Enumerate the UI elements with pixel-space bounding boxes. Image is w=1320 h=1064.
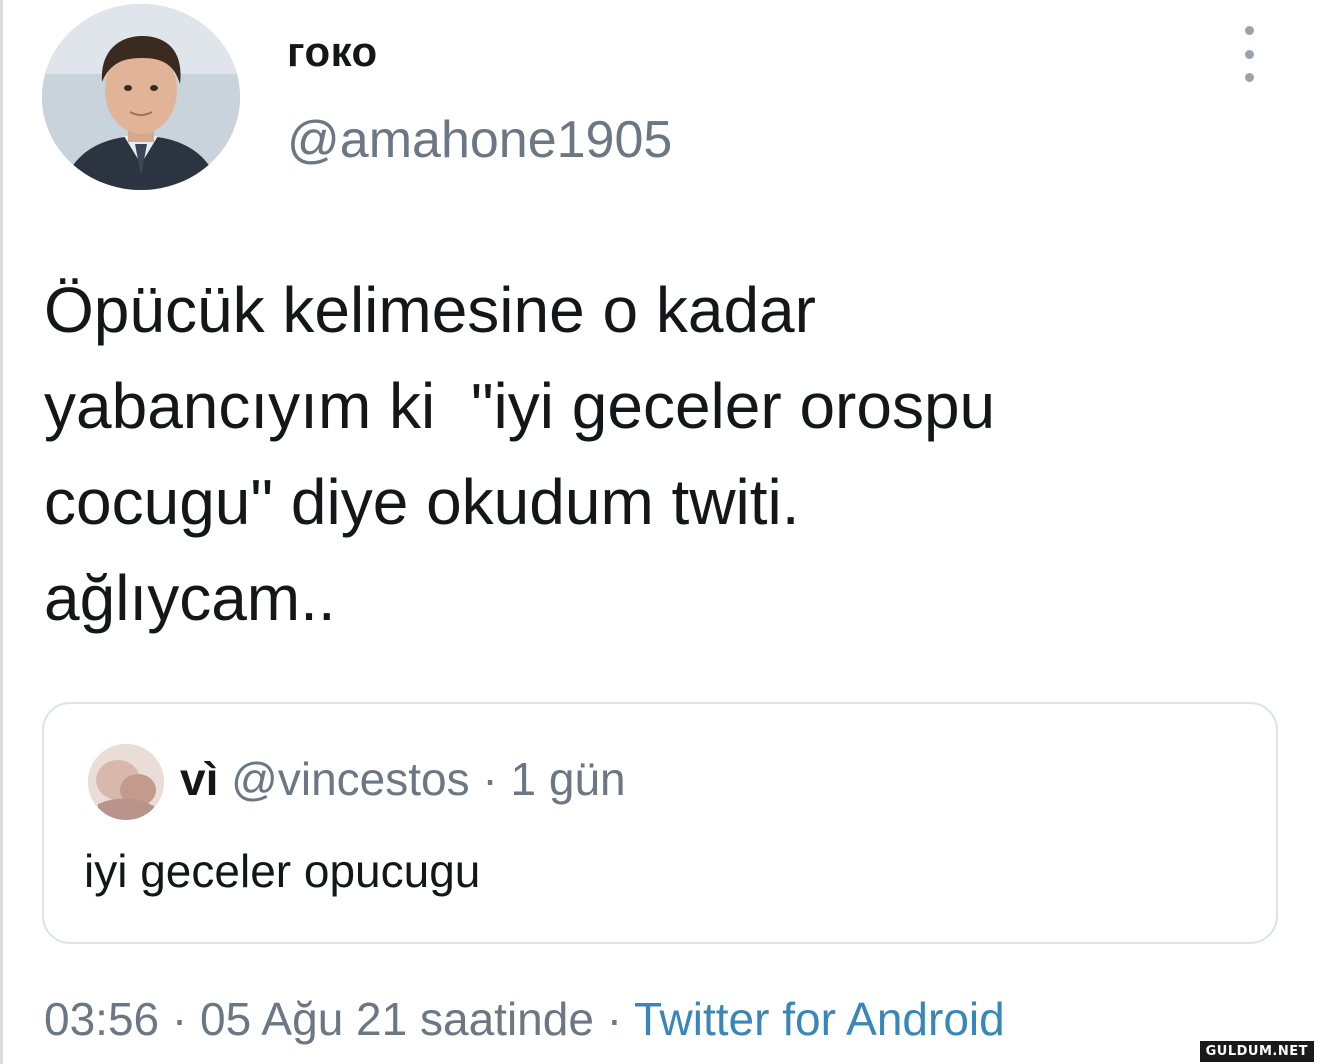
dot <box>1244 73 1254 82</box>
author-name[interactable]: гоко <box>287 28 378 76</box>
author-handle[interactable]: @amahone1905 <box>287 110 672 170</box>
separator: · <box>606 993 623 1045</box>
watermark-logo: GULDUM.NET <box>1199 1041 1314 1062</box>
dot <box>1244 49 1254 59</box>
tweet-text: Öpücük kelimesine o kadar yabancıyım ki … <box>44 274 996 634</box>
quoted-author-name[interactable]: vì <box>180 753 218 805</box>
tweet-source-link[interactable]: Twitter for Android <box>634 993 1005 1045</box>
quoted-tweet-text: iyi geceler opucugu <box>84 845 481 897</box>
author-avatar[interactable] <box>42 4 240 190</box>
more-vertical-icon[interactable] <box>1232 26 1266 82</box>
quoted-author-avatar[interactable] <box>88 744 164 820</box>
separator: · <box>482 753 498 805</box>
separator: · <box>171 993 188 1045</box>
tweet-date[interactable]: 05 Ağu 21 saatinde <box>200 993 594 1045</box>
quoted-tweet-time[interactable]: 1 gün <box>511 753 626 805</box>
quoted-author-handle[interactable]: @vincestos <box>231 753 469 805</box>
screen-edge <box>0 0 3 1064</box>
quoted-tweet-card[interactable]: vì @vincestos · 1 gün iyi geceler opucug… <box>42 702 1278 944</box>
tweet-meta: 03:56 · 05 Ağu 21 saatinde · Twitter for… <box>44 992 1005 1046</box>
quoted-tweet-header: vì @vincestos · 1 gün <box>180 752 626 806</box>
tweet-time[interactable]: 03:56 <box>44 993 159 1045</box>
tweet-screen: гоко @amahone1905 Öpücük kelimesine o ka… <box>0 0 1320 1064</box>
dot <box>1244 26 1254 35</box>
